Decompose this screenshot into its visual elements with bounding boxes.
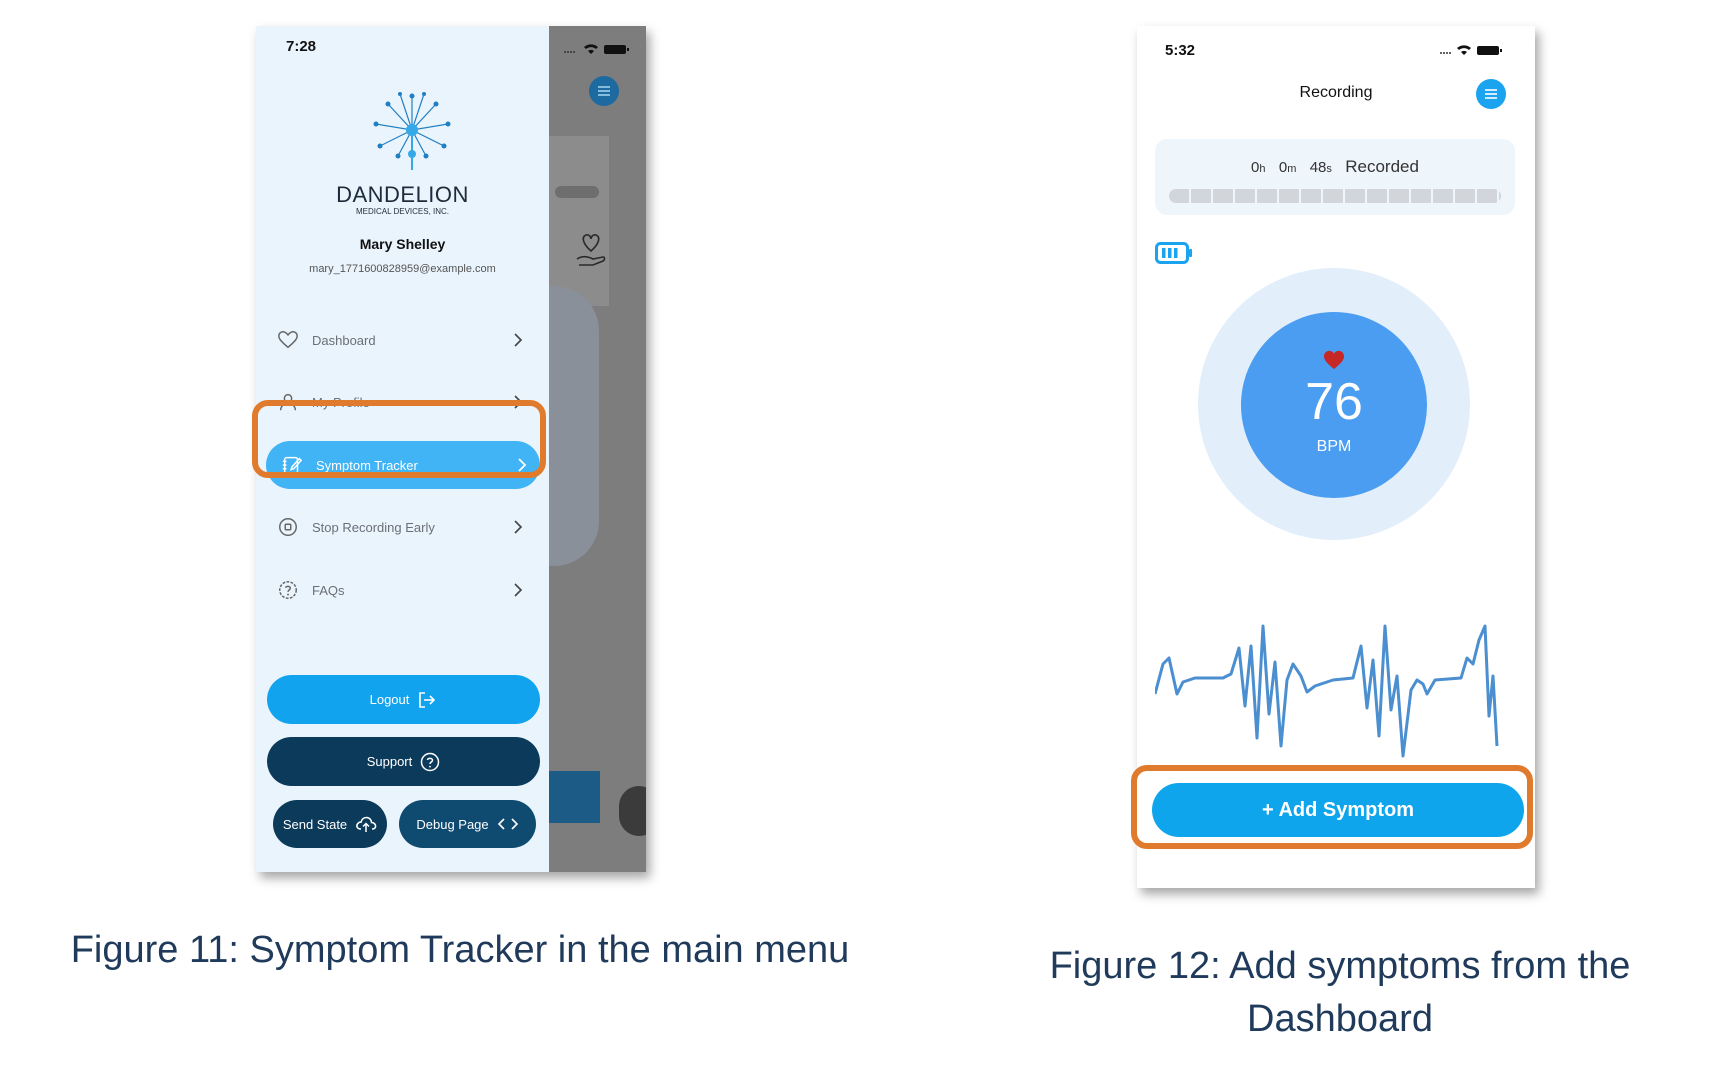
logo-subtitle: MEDICAL DEVICES, INC. [355,207,450,216]
logo-wordmark: DANDELION [336,182,469,207]
highlight-box-add-symptom [1131,765,1533,849]
help-circle-icon [420,752,440,772]
logout-button[interactable]: Logout [267,675,540,724]
heart-rate-display: 76 BPM [1241,312,1427,498]
recording-timer-card: 0h 0m 48s Recorded [1155,139,1515,215]
user-email: mary_1771600828959@example.com [309,263,496,275]
menu-item-faqs[interactable]: FAQs [276,566,536,614]
status-icons [1440,45,1502,55]
chevron-right-icon [514,520,523,534]
heart-icon [276,328,300,352]
battery-icon [1155,242,1192,264]
figure-11-caption: Figure 11: Symptom Tracker in the main m… [70,929,850,971]
chevron-right-icon [514,583,523,597]
menu-item-stop-recording-early[interactable]: Stop Recording Early [276,503,536,551]
highlight-box-symptom-tracker [252,400,546,478]
heart-rate-value: 76 [1305,373,1363,431]
cloud-upload-icon [355,815,377,833]
chevron-right-icon [514,333,523,347]
dimmed-background[interactable] [509,26,646,872]
code-brackets-icon [497,816,519,832]
figure-12-caption: Figure 12: Add symptoms from the Dashboa… [1049,945,1631,1040]
send-state-button[interactable]: Send State [273,800,387,848]
dandelion-logo-icon [373,92,451,170]
menu-item-dashboard[interactable]: Dashboard [276,316,536,364]
menu-button[interactable] [1476,79,1506,109]
heart-rate-unit: BPM [1316,438,1352,455]
recording-progress-bar [1169,189,1501,203]
menu-icon [598,86,610,96]
logout-icon [417,691,437,709]
heart-icon [1324,350,1344,370]
status-time: 7:28 [286,38,317,55]
help-circle-icon [276,578,300,602]
support-button[interactable]: Support [267,737,540,786]
figure-12-screenshot: 5:32 Recording 0h 0m 48s Recorded 76 BPM [1137,26,1535,888]
stop-circle-icon [276,515,300,539]
menu-icon [1485,89,1497,99]
heart-hand-icon [576,234,606,266]
user-name: Mary Shelley [359,236,446,252]
ecg-waveform [1155,624,1499,758]
status-time: 5:32 [1165,42,1196,59]
debug-page-button[interactable]: Debug Page [399,800,536,848]
status-icons [562,42,634,56]
menu-button-bg [589,76,619,106]
recording-duration: 0h 0m 48s Recorded [1251,157,1419,176]
